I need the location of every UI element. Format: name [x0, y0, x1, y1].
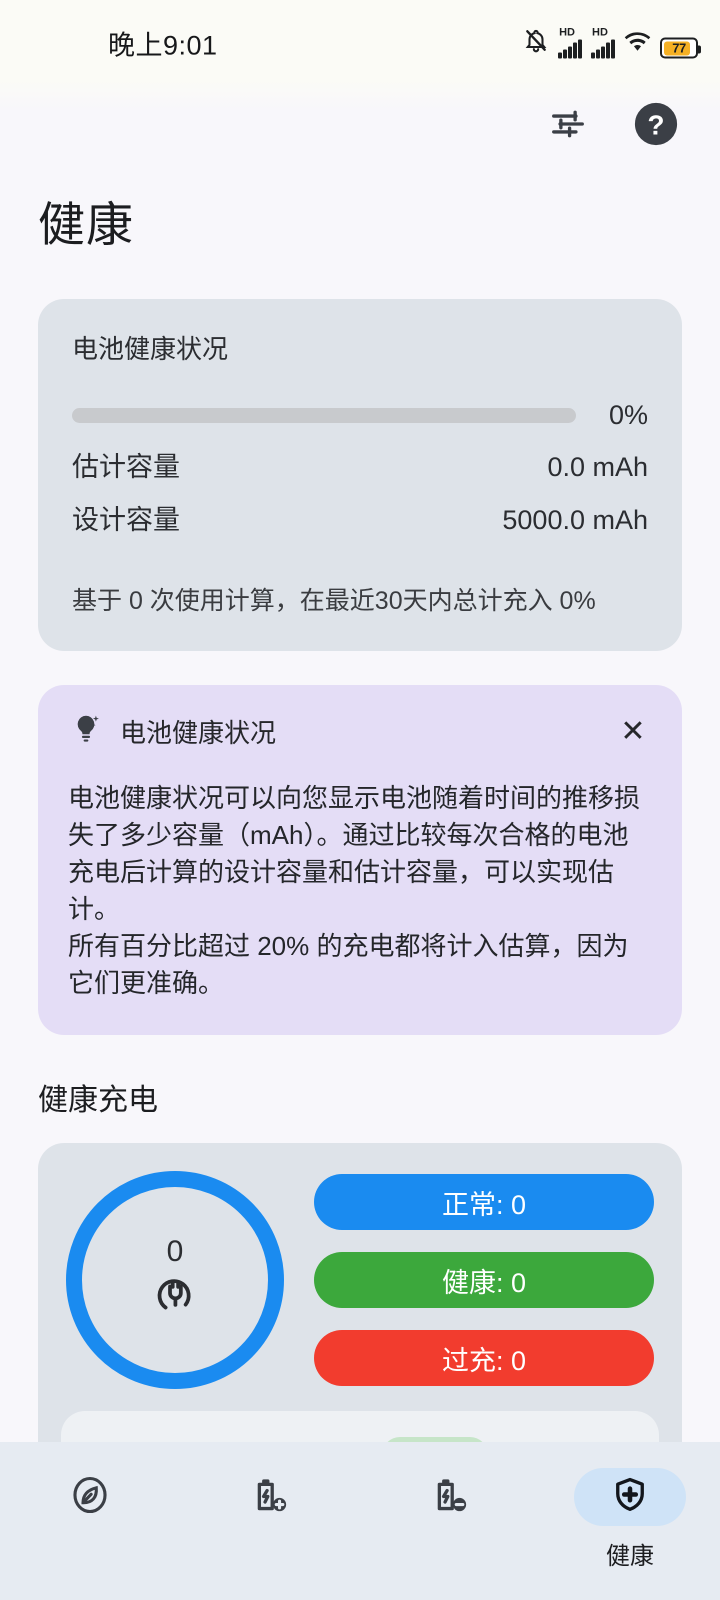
hd-label-2: HD [592, 26, 608, 39]
status-bar: 晚上9:01 HD HD 77 [0, 0, 720, 86]
charge-count-ring: 0 [66, 1171, 284, 1390]
nav-item-eco[interactable] [10, 1468, 170, 1536]
tune-sliders-icon[interactable] [542, 98, 594, 150]
signal-icon-1: HD [558, 26, 583, 59]
page-title: 健康 [38, 198, 134, 251]
signal-icon-2: HD [591, 26, 615, 59]
estimated-capacity-value: 0.0 mAh [547, 452, 648, 482]
nav-pill-eco [34, 1468, 146, 1526]
nav-label-health: 健康 [606, 1543, 654, 1570]
nav-pill-charge-stop [394, 1468, 506, 1526]
hd-label-1: HD [559, 26, 575, 39]
status-time: 晚上9:01 [108, 30, 218, 61]
top-action-bar: ? [0, 86, 720, 162]
info-card-header: 电池健康状况 ✕ [68, 711, 652, 752]
info-card-body: 电池健康状况可以向您显示电池随着时间的推移损失了多少容量（mAh）。通过比较每次… [68, 780, 652, 1001]
charge-level-bubble-row: 77% [85, 1437, 635, 1442]
close-icon[interactable]: ✕ [616, 716, 650, 747]
status-badge-normal[interactable]: 正常: 0 [314, 1174, 654, 1231]
battery-health-progress-row: 0% [72, 400, 648, 431]
status-badge-healthy[interactable]: 健康: 0 [314, 1252, 654, 1309]
status-icons: HD HD 77 [523, 26, 701, 59]
battery-health-title: 电池健康状况 [72, 334, 229, 364]
app-root: 晚上9:01 HD HD 77 ? 健康 电池健康状况 0% 估计容量 0.0 … [0, 0, 720, 1600]
battery-health-note: 基于 0 次使用计算，在最近30天内总计充入 0% [72, 587, 596, 615]
design-capacity-label: 设计容量 [72, 505, 180, 535]
shield-plus-icon [609, 1474, 651, 1521]
design-capacity-value: 5000.0 mAh [502, 505, 648, 535]
svg-text:?: ? [648, 109, 665, 140]
battery-health-progress-label: 0% [608, 400, 648, 430]
charge-level-bubble: 77% [381, 1437, 489, 1442]
wifi-icon [624, 32, 651, 59]
mute-bell-icon [523, 28, 549, 59]
charge-status-badges: 正常: 0 健康: 0 过充: 0 [314, 1174, 654, 1387]
nav-item-charge-start[interactable] [190, 1468, 350, 1536]
leaf-circle-icon [68, 1473, 112, 1522]
table-row: 估计容量 0.0 mAh [72, 445, 648, 484]
battery-percent: 77 [672, 40, 686, 56]
power-plug-icon [150, 1269, 200, 1324]
nav-item-health[interactable]: 健康 [550, 1468, 710, 1571]
charging-stats-panel: 77% 开始: 20% 结束: 80% This statistic is sh… [61, 1411, 659, 1442]
battery-health-card: 电池健康状况 0% 估计容量 0.0 mAh 设计容量 5000.0 mAh 基… [38, 299, 682, 651]
battery-charge-plus-icon [248, 1473, 292, 1522]
lightbulb-sparkle-icon [68, 711, 104, 752]
help-question-icon[interactable]: ? [630, 98, 682, 150]
battery-icon: 77 [660, 37, 701, 59]
info-card: 电池健康状况 ✕ 电池健康状况可以向您显示电池随着时间的推移损失了多少容量（mA… [38, 685, 682, 1036]
nav-pill-health [574, 1468, 686, 1526]
nav-item-charge-stop[interactable] [370, 1468, 530, 1536]
battery-charge-minus-icon [428, 1473, 472, 1522]
nav-pill-charge-start [214, 1468, 326, 1526]
battery-health-progress-bar [72, 408, 576, 423]
info-card-title: 电池健康状况 [120, 718, 277, 748]
bottom-navigation: 健康 [0, 1442, 720, 1600]
charge-count-value: 0 [166, 1234, 184, 1268]
healthy-charging-card: 0 正常: 0 健康: 0 过充: 0 [38, 1143, 682, 1442]
info-paragraph-2: 所有百分比超过 20% 的充电都将计入估算，因为它们更准确。 [68, 930, 629, 998]
info-paragraph-1: 电池健康状况可以向您显示电池随着时间的推移损失了多少容量（mAh）。通过比较每次… [68, 783, 641, 924]
status-badge-overcharge[interactable]: 过充: 0 [314, 1330, 654, 1387]
scroll-content: 健康 电池健康状况 0% 估计容量 0.0 mAh 设计容量 5000.0 mA… [0, 162, 720, 1442]
estimated-capacity-label: 估计容量 [72, 452, 180, 482]
healthy-charging-heading: 健康充电 [38, 1084, 158, 1118]
table-row: 设计容量 5000.0 mAh [72, 498, 648, 537]
charging-summary-row: 0 正常: 0 健康: 0 过充: 0 [66, 1171, 654, 1390]
